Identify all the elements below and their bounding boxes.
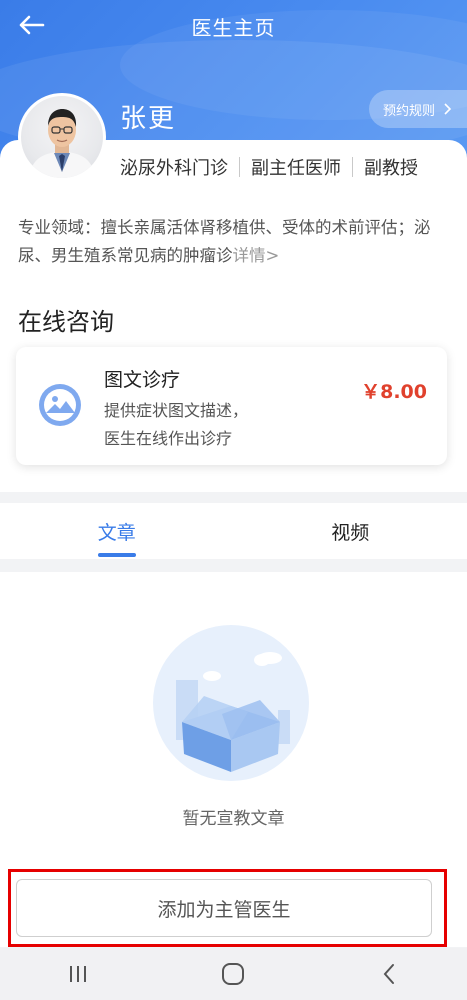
divider xyxy=(239,157,240,177)
specialty-text: 专业领域：擅长亲属活体肾移植供、受体的术前评估；泌尿、男生殖系常见病的肿瘤诊详情… xyxy=(18,214,450,270)
empty-state-text: 暂无宣教文章 xyxy=(182,809,285,829)
avatar xyxy=(18,93,106,181)
arrow-left-icon[interactable] xyxy=(14,10,48,40)
tab-articles[interactable]: 文章 xyxy=(0,503,234,559)
service-price: ￥8.00 xyxy=(361,381,427,403)
service-name: 图文诊疗 xyxy=(104,369,181,391)
home-icon[interactable] xyxy=(203,954,263,994)
back-chevron-icon[interactable] xyxy=(359,954,419,994)
doctor-tags: 泌尿外科门诊 副主任医师 副教授 xyxy=(120,154,418,180)
service-desc-line: 医生在线作出诊疗 xyxy=(104,429,233,448)
image-consult-icon xyxy=(38,383,82,427)
department-tag: 泌尿外科门诊 xyxy=(120,158,228,179)
doctor-name: 张更 xyxy=(120,104,177,134)
service-desc-line: 提供症状图文描述， xyxy=(104,401,249,420)
recents-icon[interactable] xyxy=(48,954,108,994)
booking-rules-button[interactable]: 预约规则 xyxy=(369,90,467,128)
booking-rules-label: 预约规则 xyxy=(383,103,436,119)
divider xyxy=(352,157,353,177)
online-consult-title: 在线咨询 xyxy=(18,308,114,336)
empty-box-icon xyxy=(152,624,310,782)
specialty-more-link[interactable]: 详情> xyxy=(233,246,280,265)
tab-videos[interactable]: 视频 xyxy=(234,503,467,559)
service-description: 提供症状图文描述， 医生在线作出诊疗 xyxy=(104,397,248,453)
chevron-right-icon xyxy=(444,103,452,115)
page-title: 医生主页 xyxy=(191,15,276,40)
system-nav-bar xyxy=(0,948,467,1000)
specialty-description: 专业领域：擅长亲属活体肾移植供、受体的术前评估；泌尿、男生殖系常见病的肿瘤诊 xyxy=(18,218,431,265)
image-consult-card[interactable]: 图文诊疗 提供症状图文描述， 医生在线作出诊疗 ￥8.00 xyxy=(16,347,447,465)
top-bar: 医生主页 xyxy=(0,0,467,52)
academic-tag: 副教授 xyxy=(364,158,418,179)
add-primary-doctor-button[interactable]: 添加为主管医生 xyxy=(16,879,432,937)
content-tabs: 文章 视频 xyxy=(0,503,467,559)
title-tag: 副主任医师 xyxy=(251,158,341,179)
